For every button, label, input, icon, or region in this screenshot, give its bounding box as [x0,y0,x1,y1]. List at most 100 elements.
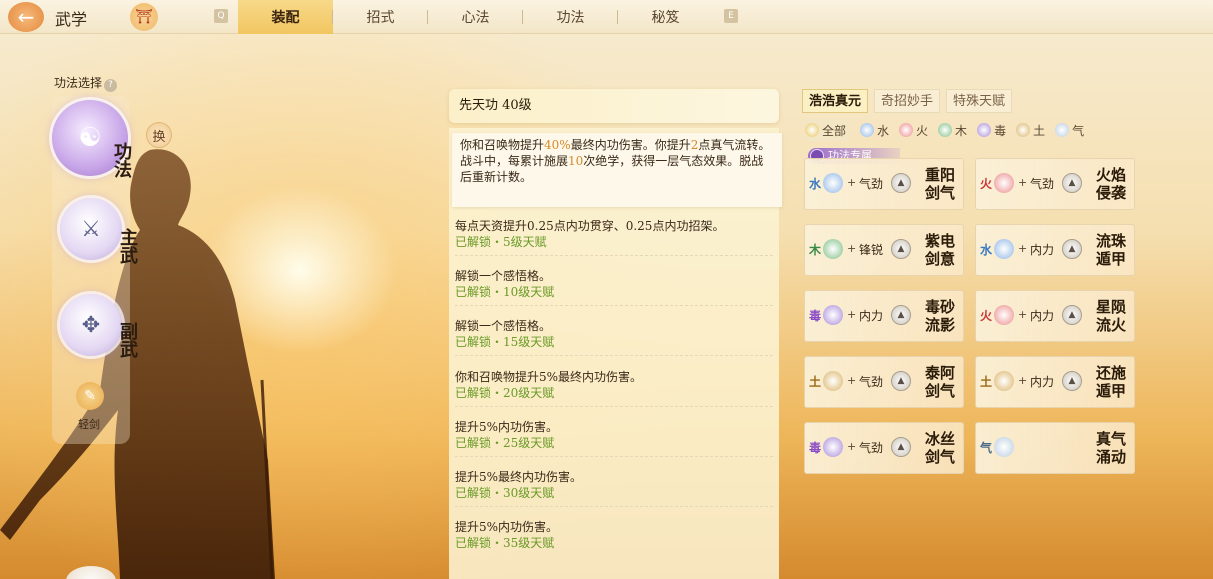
stat-label: 内力 [859,309,884,323]
filter-5[interactable]: 土 [1016,119,1045,141]
element-icon [994,371,1014,391]
fan-icon: ✥ [81,312,101,338]
stat-label: 内力 [1030,309,1055,323]
filter-1[interactable]: 水 [860,119,889,141]
tab-moves[interactable]: 招式 [333,0,428,34]
element-char: 水 [980,243,993,257]
plus-sign: + [1018,374,1028,387]
back-arrow-icon[interactable]: ← [8,2,44,32]
filter-4[interactable]: 毒 [977,119,1006,141]
swap-button[interactable]: 换 [146,122,172,148]
weapon-slot-secondary[interactable]: ✥ [60,294,122,356]
energy-card[interactable]: 火 + 内力 ▲ 星陨流火 [975,290,1135,342]
filter-label: 木 [955,123,968,138]
stat-icon: ▲ [1062,173,1082,193]
tab-manual[interactable]: 秘笈 [618,0,713,34]
stat-icon: ▲ [891,173,911,193]
slot-3-label: 副武 [117,322,138,358]
stat-label: 气劲 [1030,177,1055,191]
energy-name: 重阳剑气 [924,166,955,202]
help-icon[interactable]: ? [104,79,118,92]
stat-icon: ▲ [1062,305,1082,325]
energy-card[interactable]: 水 + 内力 ▲ 流珠遁甲 [975,224,1135,276]
talent-row: 提升5%内功伤害。 已解锁・25级天赋 [455,419,773,457]
light-sword-label: 轻剑 [78,418,100,431]
stat-icon: ▲ [891,305,911,325]
skill-description: 你和召唤物提升40%最终内功伤害。你提升2点真气流转。 战斗中，每累计施展10次… [452,133,782,207]
filter-label: 全部 [822,123,847,138]
stat-label: 锋锐 [859,243,884,257]
weapon-slot-main[interactable]: ⚔ [60,198,122,260]
element-char: 火 [980,177,993,191]
slot-main-label: 功法 [111,142,132,178]
element-icon [805,123,819,137]
talent-row: 解锁一个感悟格。 已解锁・15级天赋 [455,318,773,356]
energy-card[interactable]: 毒 + 内力 ▲ 毒砂流影 [804,290,964,342]
plus-sign: + [847,242,857,255]
filter-0[interactable]: 全部 [805,119,851,141]
plus-sign: + [1018,176,1028,189]
plus-sign: + [847,374,857,387]
energy-name: 火焰侵袭 [1095,166,1126,202]
filter-label: 火 [916,123,929,138]
light-sword-icon[interactable]: ✎ [76,382,104,410]
talent-row: 提升5%内功伤害。 已解锁・35级天赋 [455,520,559,550]
tab-odd-moves[interactable]: 奇招妙手 [874,89,941,113]
skill-title: 先天功 40级 [449,89,779,123]
filter-6[interactable]: 气 [1055,119,1084,141]
plus-sign: + [847,308,857,321]
element-icon [994,239,1014,259]
tab-special-talent[interactable]: 特殊天赋 [946,89,1013,113]
tab-technique[interactable]: 功法 [523,0,618,34]
stat-label: 内力 [1030,375,1055,389]
element-char: 土 [980,375,993,389]
top-bar: ← 武学 ⛩ Q 装配 招式 心法 功法 秘笈 E [0,0,1213,34]
element-char: 木 [809,243,822,257]
energy-card[interactable]: 火 + 气劲 ▲ 火焰侵袭 [975,158,1135,210]
element-icon [899,123,914,137]
energy-card[interactable]: 毒 + 气劲 ▲ 冰丝剑气 [804,422,964,474]
martial-emblem-icon[interactable]: ⛩ [130,3,158,31]
plus-sign: + [1018,308,1028,321]
element-icon [938,123,953,137]
tab-equip[interactable]: 装配 [238,0,333,34]
talent-row: 每点天资提升0.25点内功贯穿、0.25点内功招架。 已解锁・5级天赋 [455,218,773,256]
tab-true-energy[interactable]: 浩浩真元 [802,89,869,113]
element-icon [994,437,1014,457]
slot-2-label: 主武 [117,228,138,264]
element-char: 水 [809,177,822,191]
element-icon [823,173,843,193]
sword-icon: ⚔ [81,216,101,242]
character-silhouette [0,149,275,579]
element-icon [994,173,1014,193]
energy-card[interactable]: 土 + 内力 ▲ 还施遁甲 [975,356,1135,408]
element-icon [823,437,843,457]
next-tab-key-hint: E [724,9,738,23]
element-icon [860,123,875,137]
stat-icon: ▲ [1062,371,1082,391]
element-char: 气 [980,441,993,455]
stat-label: 气劲 [859,441,884,455]
energy-name: 冰丝剑气 [924,430,955,466]
energy-card[interactable]: 水 + 气劲 ▲ 重阳剑气 [804,158,964,210]
talent-row: 提升5%最终内功伤害。 已解锁・30级天赋 [455,469,773,507]
element-icon [1055,123,1070,137]
stat-icon: ▲ [1062,239,1082,259]
energy-name: 星陨流火 [1095,298,1126,334]
filter-2[interactable]: 火 [899,119,928,141]
energy-card[interactable]: 木 + 锋锐 ▲ 紫电剑意 [804,224,964,276]
filter-label: 毒 [994,123,1007,138]
filter-3[interactable]: 木 [938,119,967,141]
energy-name: 紫电剑意 [924,232,955,268]
energy-card[interactable]: 土 + 气劲 ▲ 泰阿剑气 [804,356,964,408]
element-icon [823,239,843,259]
stat-label: 内力 [1030,243,1055,257]
element-char: 土 [809,375,822,389]
page-title: 武学 [55,10,88,29]
plus-sign: + [847,440,857,453]
filter-label: 土 [1033,123,1046,138]
tab-mental[interactable]: 心法 [428,0,523,34]
element-icon [823,305,843,325]
technique-select-label: 功法选择? [54,74,118,92]
energy-card[interactable]: 气 真气涌动 [975,422,1135,474]
